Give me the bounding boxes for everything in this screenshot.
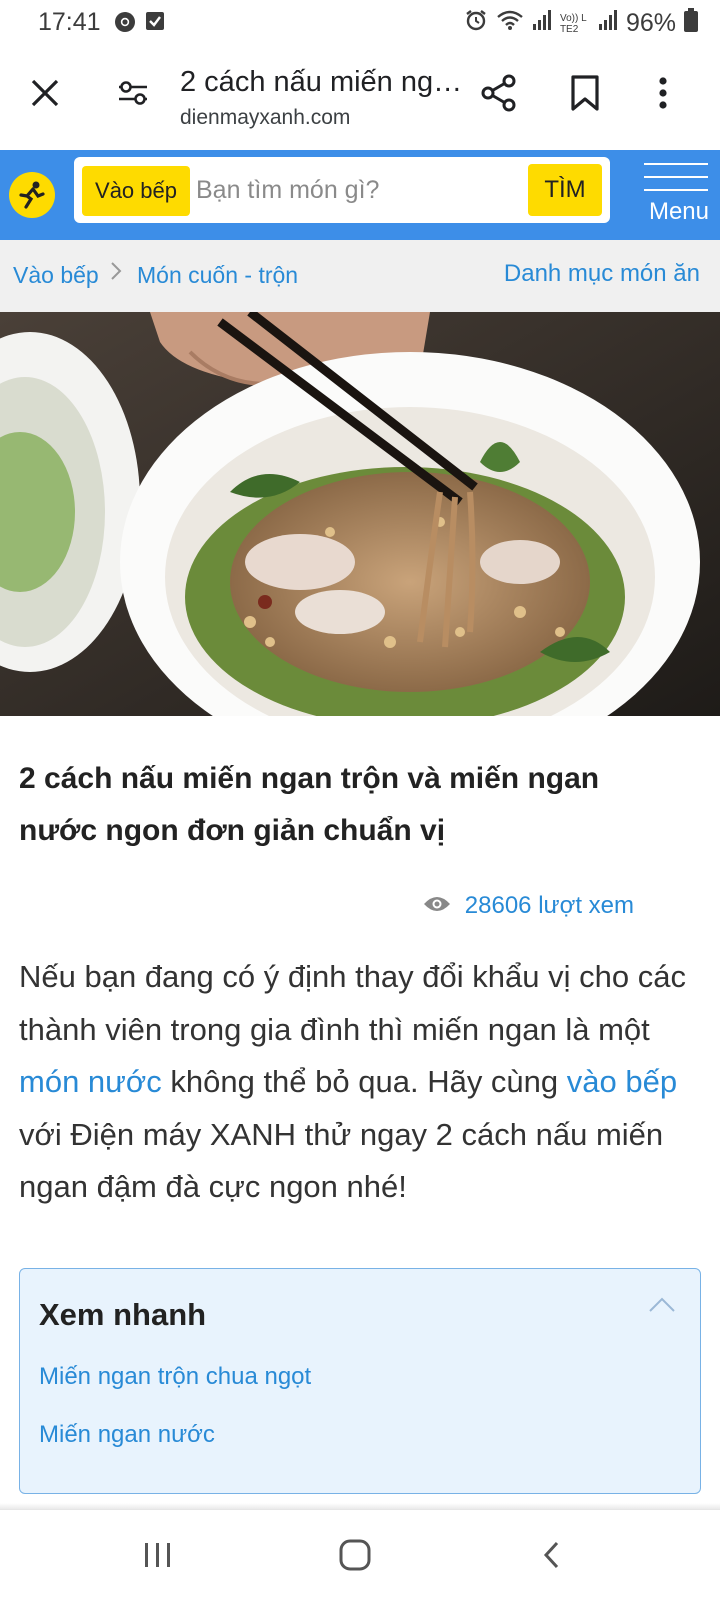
category-menu-link[interactable]: Danh mục món ăn [504, 260, 700, 288]
status-right: Vo)) LTE2 96% [464, 8, 698, 39]
recent-apps-icon[interactable] [128, 1530, 188, 1580]
chrome-icon [114, 11, 136, 38]
check-box-icon [145, 11, 165, 36]
breadcrumb-item-mon-cuon-tron[interactable]: Món cuốn - trộn [137, 262, 298, 289]
signal-icon [598, 9, 618, 38]
chevron-right-icon [110, 260, 122, 289]
mon-nuoc-link[interactable]: món nước [19, 1064, 162, 1099]
intro-text: không thể bỏ qua. Hãy cùng [161, 1064, 567, 1099]
menu-button[interactable]: Menu [638, 162, 712, 232]
quick-view-title: Xem nhanh [39, 1297, 207, 1332]
more-options-icon[interactable] [638, 68, 688, 118]
quick-view-link[interactable]: Miến ngan trộn chua ngọt [39, 1363, 311, 1391]
vao-bep-button[interactable]: Vào bếp [82, 166, 190, 216]
menu-icon [644, 163, 708, 165]
tab-url: dienmayxanh.com [180, 106, 351, 129]
search-input[interactable] [194, 167, 514, 213]
share-icon[interactable] [474, 68, 524, 118]
hero-image [0, 312, 720, 716]
intro-text: với Điện máy XANH thử ngay 2 cách nấu mi… [19, 1116, 664, 1205]
close-icon[interactable] [20, 68, 70, 118]
menu-label: Menu [648, 198, 710, 225]
site-header: Vào bếp TÌM Menu [0, 150, 720, 240]
article-intro: Nếu bạn đang có ý định thay đổi khẩu vị … [19, 951, 709, 1214]
alarm-icon [464, 8, 488, 39]
status-time: 17:41 [38, 8, 101, 36]
battery-icon [684, 8, 698, 39]
home-icon[interactable] [325, 1530, 385, 1580]
eye-icon [423, 892, 451, 920]
wifi-icon [496, 9, 524, 38]
search-box: Vào bếp TÌM [74, 157, 610, 223]
browser-tab-bar: 2 cách nấu miến ngan trộn và miến ngan n… [0, 46, 720, 148]
breadcrumb-item-vao-bep[interactable]: Vào bếp [13, 262, 99, 289]
quick-view-link[interactable]: Miến ngan nước [39, 1421, 215, 1449]
site-logo[interactable] [9, 172, 55, 218]
article-title: 2 cách nấu miến ngan trộn và miến ngan n… [19, 762, 600, 847]
chevron-up-icon[interactable] [646, 1295, 678, 1315]
view-count-text: 28606 lượt xem [464, 892, 634, 919]
quick-view-box: Xem nhanh Miến ngan trộn chua ngọt Miến … [19, 1268, 701, 1494]
status-bar: 17:41 Vo)) LTE2 96% [0, 0, 720, 46]
site-settings-icon[interactable] [108, 68, 158, 118]
tab-title: 2 cách nấu miến ngan trộn và miến ngan n… [180, 66, 470, 98]
breadcrumb: Vào bếp Món cuốn - trộn Danh mục món ăn [0, 240, 720, 312]
intro-text: Nếu bạn đang có ý định thay đổi khẩu vị … [19, 959, 686, 1047]
signal-icon [532, 9, 552, 38]
battery-percent: 96% [625, 9, 676, 37]
back-icon[interactable] [522, 1530, 582, 1580]
network-label: Vo)) LTE2 [559, 12, 587, 35]
bookmark-icon[interactable] [560, 68, 610, 118]
view-count: 28606 lượt xem [423, 892, 634, 920]
system-nav-bar [0, 1509, 720, 1600]
search-button[interactable]: TÌM [528, 164, 602, 216]
vao-bep-link[interactable]: vào bếp [567, 1064, 677, 1099]
